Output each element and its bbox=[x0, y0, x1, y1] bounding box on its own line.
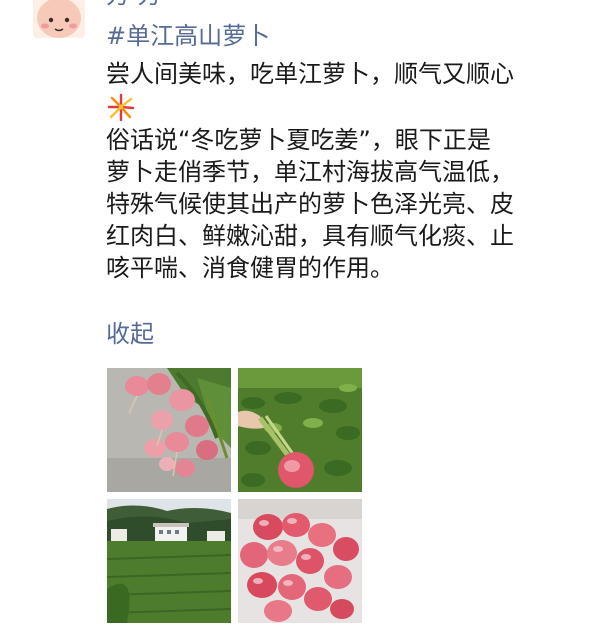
author-name[interactable]: 芳·芳 bbox=[106, 0, 162, 10]
avatar[interactable] bbox=[33, 0, 85, 38]
post-text-line: 尝人间美味，吃单江萝卜，顺气又顺心 bbox=[106, 60, 514, 88]
collapse-link[interactable]: 收起 bbox=[106, 318, 154, 350]
post-text-line: 特殊气候使其出产的萝卜色泽光亮、皮 bbox=[106, 190, 514, 218]
post-text-line: 萝卜走俏季节，单江村海拔高气温低， bbox=[106, 158, 514, 186]
cartoon-face-icon bbox=[33, 0, 85, 38]
post-text-line: 俗话说“冬吃萝卜夏吃姜”，眼下正是 bbox=[106, 126, 491, 154]
moments-post: 芳·芳 #单江高山萝卜 尝人间美味，吃单江萝卜，顺气又顺心 俗话说“冬吃萝卜夏吃… bbox=[0, 0, 600, 638]
post-text-line: 咳平喘、消食健胃的作用。 bbox=[106, 254, 394, 282]
fireworks-icon bbox=[107, 93, 135, 122]
radishes-in-bag-photo[interactable] bbox=[238, 499, 362, 623]
village-field-photo[interactable] bbox=[107, 499, 231, 623]
radish-bunch-photo[interactable] bbox=[107, 368, 231, 492]
post-text-line: 红肉白、鲜嫩沁甜，具有顺气化痰、止 bbox=[106, 222, 514, 250]
hashtag-link[interactable]: #单江高山萝卜 bbox=[106, 20, 270, 52]
post-text: 尝人间美味，吃单江萝卜，顺气又顺心 俗话说“冬吃萝卜夏吃姜”，眼下正是 萝卜走俏… bbox=[106, 58, 586, 284]
radish-held-in-field-photo[interactable] bbox=[238, 368, 362, 492]
